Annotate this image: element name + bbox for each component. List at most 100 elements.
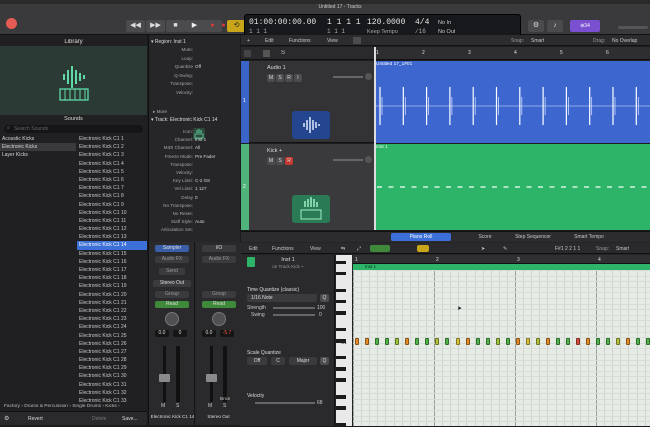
scale-off-select[interactable]: Off [247, 357, 267, 365]
midi-note[interactable] [535, 338, 540, 345]
scale-key-select[interactable]: C [271, 357, 285, 365]
sound-item[interactable]: Electronic Kick C1 32 [77, 389, 147, 397]
black-key[interactable] [336, 327, 346, 332]
group-slot[interactable]: Group [155, 291, 189, 298]
audio-fx-slot-output[interactable]: Audio FX [202, 256, 236, 263]
midi-note[interactable] [636, 338, 641, 345]
track-pan-knob[interactable] [365, 73, 372, 80]
sound-item[interactable]: Electronic Kick C1 31 [77, 381, 147, 389]
black-key[interactable] [336, 355, 346, 360]
sound-item[interactable]: Electronic Kick C1 19 [77, 282, 147, 290]
sound-item[interactable]: Electronic Kick C1 23 [77, 315, 147, 323]
mute-button[interactable]: M [161, 403, 165, 409]
io-slot[interactable]: I/O [202, 245, 236, 252]
midi-note[interactable] [485, 338, 490, 345]
pan-knob[interactable] [165, 312, 179, 326]
pr-snap-select[interactable]: Smart [616, 246, 629, 252]
midi-note[interactable] [505, 338, 510, 345]
mute-button-output[interactable]: M [208, 403, 212, 409]
midi-input-toggle[interactable] [370, 245, 390, 252]
lcd-tempo[interactable]: 120.0000 [367, 18, 405, 27]
inspector-row-value[interactable]: C-2 G8 [195, 178, 239, 183]
audio-region[interactable]: Untitled 17_1#01 [374, 61, 650, 143]
black-key[interactable] [336, 299, 346, 304]
midi-note[interactable] [596, 338, 601, 345]
midi-note[interactable] [365, 338, 370, 345]
tracks-ruler[interactable]: 1234567 [374, 47, 650, 60]
inspector-row[interactable]: Quantize Off [149, 64, 241, 73]
volume-readout-output[interactable]: 0.0 [202, 330, 216, 337]
track-mute-button[interactable]: M [267, 74, 275, 82]
region-header[interactable]: ▾ Region: Inst 1 [151, 39, 239, 45]
inspector-row[interactable]: Freeze Mode: Pre Fader [149, 154, 241, 162]
black-key[interactable] [336, 288, 346, 293]
stop-button[interactable]: ■ [166, 20, 185, 32]
midi-note[interactable] [355, 338, 359, 345]
inspector-row[interactable]: Q-Swing: [149, 73, 241, 82]
piano-roll-ruler[interactable]: 1 2 3 4 [353, 255, 650, 264]
tracks-edit-menu[interactable]: Edit [265, 38, 274, 44]
midi-note[interactable] [495, 338, 500, 345]
drag-select[interactable]: No Overlap [612, 38, 637, 44]
pan-readout[interactable]: 0 [173, 330, 187, 337]
bounce-button[interactable]: Bnce [220, 396, 230, 401]
inspector-row[interactable]: Key Limit: C-2 G8 [149, 178, 241, 186]
pointer-tool-icon[interactable]: ➤ [481, 246, 485, 252]
midi-note[interactable] [586, 338, 591, 345]
category-item[interactable]: Electronic Kicks [0, 143, 76, 152]
automation-read-button[interactable]: Read [155, 301, 189, 308]
sound-item[interactable]: Electronic Kick C1 1 [77, 135, 147, 143]
scale-quantize-button[interactable]: Q [320, 357, 329, 365]
category-item[interactable]: Layer Kicks [0, 151, 76, 159]
midi-note[interactable] [525, 338, 530, 345]
track-header[interactable]: ▾ Track: Electronic Kick C1 14 [151, 117, 239, 123]
midi-region[interactable]: Inst 1 [374, 144, 650, 230]
sound-item[interactable]: Electronic Kick C1 27 [77, 348, 147, 356]
inspector-row-value[interactable]: Auto [195, 219, 239, 224]
add-button[interactable] [244, 50, 251, 57]
audio-fx-slot[interactable]: Audio FX [155, 256, 189, 263]
sound-item[interactable]: Electronic Kick C1 17 [77, 266, 147, 274]
midi-note[interactable] [425, 338, 430, 345]
track-name[interactable]: Audio 1 [267, 65, 286, 71]
scale-mode-select[interactable]: Major [289, 357, 317, 365]
note-grid[interactable] [353, 270, 650, 426]
volume-fader[interactable] [159, 374, 170, 382]
peak-readout-output[interactable]: -5.7 [220, 330, 234, 337]
midi-note[interactable] [515, 338, 520, 345]
inspector-row[interactable]: Velocity: [149, 90, 241, 99]
inspector-row-value[interactable]: Pre Fader [195, 154, 239, 159]
track-header-kick[interactable]: 2 Kick + M S R [241, 144, 374, 230]
quantize-button[interactable]: Q [320, 294, 329, 302]
solo-button[interactable]: S [176, 403, 179, 409]
sound-item[interactable]: Electronic Kick C1 18 [77, 274, 147, 282]
volume-readout[interactable]: 0.0 [155, 330, 169, 337]
inspector-row[interactable]: Delay 0 [149, 195, 241, 203]
delete-button[interactable]: Delete [92, 416, 106, 422]
sound-item[interactable]: Electronic Kick C1 9 [77, 201, 147, 209]
midi-note[interactable] [405, 338, 410, 345]
track-solo-button-2[interactable]: S [276, 157, 284, 165]
pencil-tool-icon[interactable]: ✎ [503, 246, 507, 252]
sound-item[interactable]: Electronic Kick C1 8 [77, 192, 147, 200]
play-button[interactable]: ▶ [185, 20, 204, 32]
close-window-button[interactable] [6, 18, 17, 29]
lcd-signature[interactable]: 4/4 [415, 18, 429, 27]
pr-functions-menu[interactable]: Functions [272, 246, 294, 252]
black-key[interactable] [336, 395, 346, 399]
track-pan-knob-2[interactable] [365, 156, 372, 163]
sound-item[interactable]: Electronic Kick C1 20 [77, 291, 147, 299]
sound-item[interactable]: Electronic Kick C1 10 [77, 209, 147, 217]
search-sounds-field[interactable]: ⌕ Search Sounds [4, 125, 143, 133]
grid-icon[interactable] [353, 37, 361, 44]
output-slot[interactable]: Stereo Out [153, 280, 191, 287]
sound-item[interactable]: Electronic Kick C1 26 [77, 340, 147, 348]
inspector-row[interactable]: MIDI Channel: All [149, 145, 241, 153]
master-volume-slider[interactable] [618, 26, 648, 29]
solo-all-button[interactable]: S [281, 50, 285, 56]
black-key[interactable] [336, 367, 346, 371]
inspector-row[interactable]: Loop: [149, 56, 241, 65]
track-name-2[interactable]: Kick + [267, 148, 282, 154]
inspector-row[interactable]: Channel: Inst 1 [149, 137, 241, 145]
sound-item[interactable]: Electronic Kick C1 14 [77, 241, 147, 250]
